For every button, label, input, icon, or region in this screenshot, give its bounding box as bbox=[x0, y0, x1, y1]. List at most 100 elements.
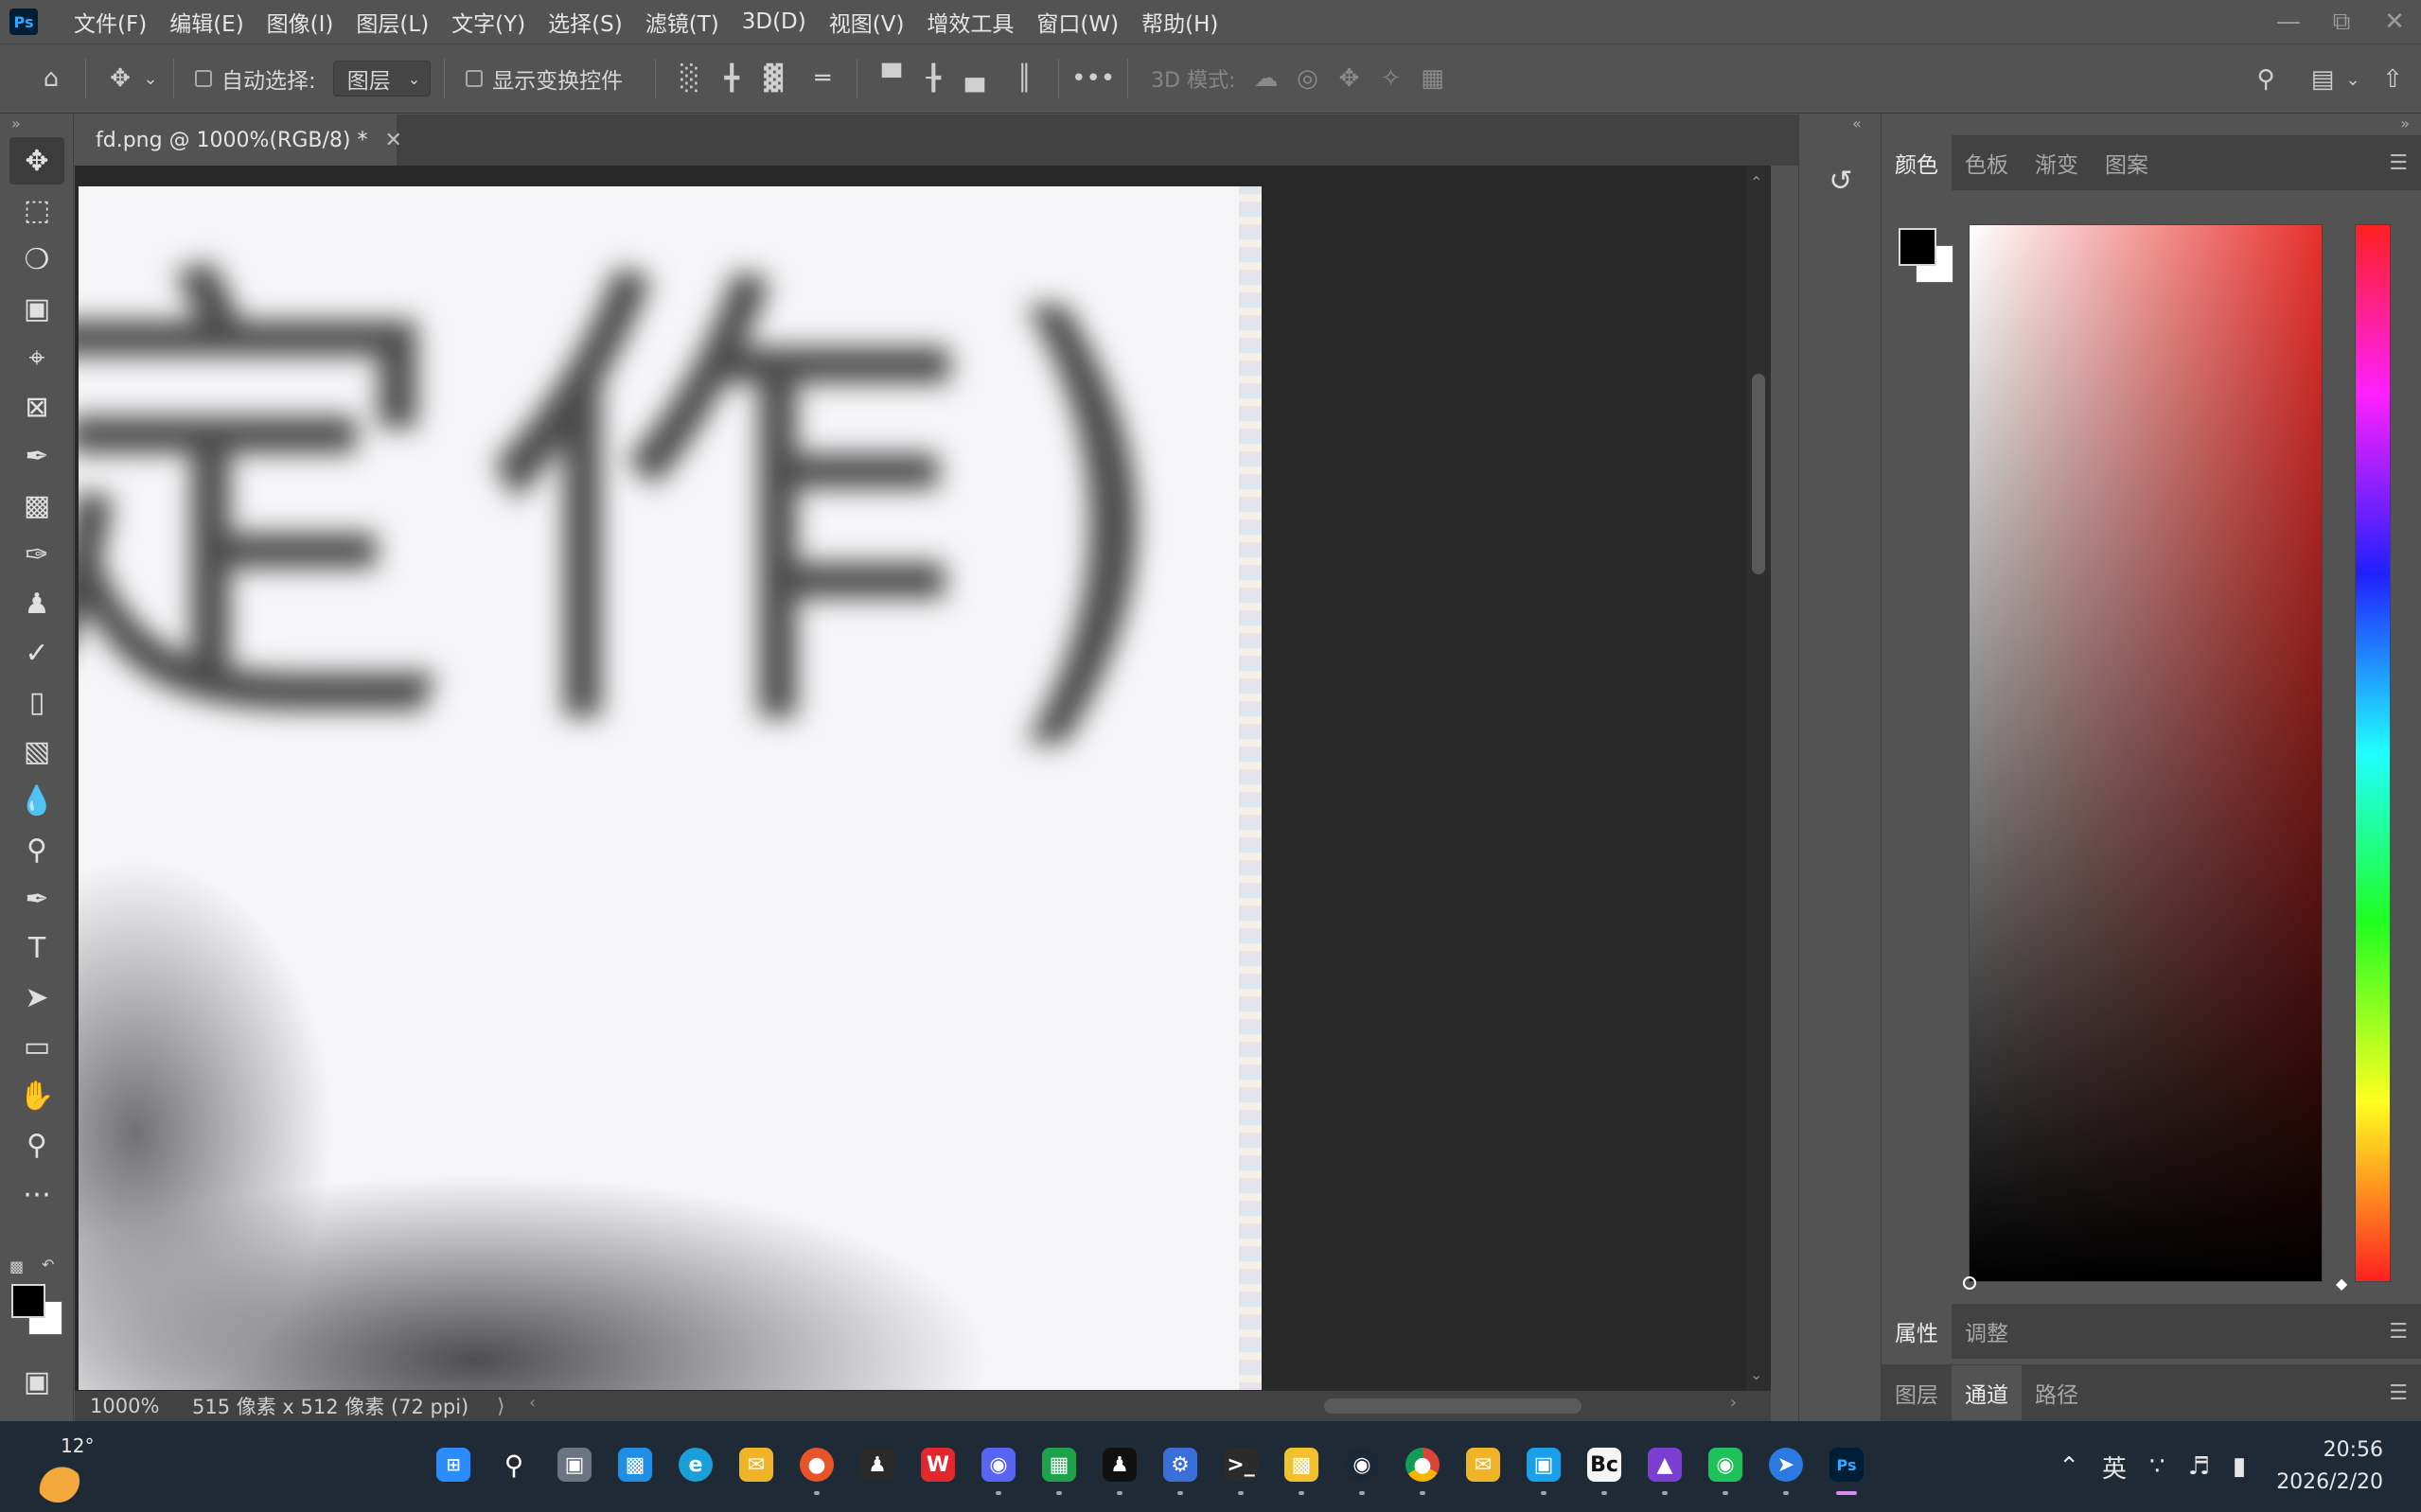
menu-3d[interactable]: 3D(D) bbox=[731, 0, 818, 44]
tab-paths[interactable]: 路径 bbox=[2022, 1365, 2092, 1420]
home-icon[interactable]: ⌂ bbox=[30, 58, 72, 99]
history-brush-tool-icon[interactable]: ✓ bbox=[9, 629, 64, 677]
gear-app-icon[interactable]: ⚙ bbox=[1157, 1438, 1204, 1495]
wifi-icon[interactable]: ∵ bbox=[2138, 1452, 2177, 1481]
quick-mask-icon[interactable]: ▣ bbox=[9, 1358, 64, 1405]
object-selection-tool-icon[interactable]: ▣ bbox=[9, 285, 64, 332]
share-icon[interactable]: ⇧ bbox=[2372, 59, 2413, 100]
healing-brush-tool-icon[interactable]: ▩ bbox=[9, 482, 64, 529]
vertical-scrollbar[interactable]: ⌃ ⌄ bbox=[1746, 166, 1771, 1391]
document-image[interactable]: 定作) bbox=[79, 186, 1262, 1390]
distribute-vertical-icon[interactable]: ║ bbox=[1003, 58, 1045, 99]
zoom-tool-icon[interactable]: ⚲ bbox=[9, 1121, 64, 1169]
firefox-icon[interactable]: ● bbox=[793, 1438, 840, 1495]
tab-adjustments[interactable]: 调整 bbox=[1952, 1304, 2022, 1359]
slide-3d-icon[interactable]: ✧ bbox=[1370, 58, 1412, 99]
start-icon[interactable]: ⊞ bbox=[430, 1438, 477, 1491]
scroll-left-icon[interactable]: ‹ bbox=[529, 1393, 536, 1413]
saturation-value-field[interactable] bbox=[1969, 224, 2323, 1282]
panel-menu-icon[interactable]: ☰ bbox=[2389, 1320, 2408, 1344]
green-app-icon[interactable]: ▦ bbox=[1035, 1438, 1083, 1495]
distribute-icon[interactable]: ═ bbox=[802, 58, 843, 99]
menu-help[interactable]: 帮助(H) bbox=[1130, 0, 1229, 44]
terminal-icon[interactable]: >_ bbox=[1217, 1438, 1264, 1495]
game-app-icon[interactable]: ◉ bbox=[975, 1438, 1022, 1495]
clock[interactable]: 20:56 2026/2/20 bbox=[2257, 1434, 2421, 1499]
menu-edit[interactable]: 编辑(E) bbox=[158, 0, 255, 44]
search-icon[interactable]: ⚲ bbox=[490, 1438, 538, 1491]
menu-window[interactable]: 窗口(W) bbox=[1025, 0, 1130, 44]
menu-type[interactable]: 文字(Y) bbox=[440, 0, 537, 44]
frame-tool-icon[interactable]: ⊠ bbox=[9, 383, 64, 431]
move-tool-icon[interactable]: ✥ bbox=[9, 137, 64, 185]
chevron-right-icon[interactable]: ⟩ bbox=[497, 1395, 504, 1417]
close-icon[interactable]: ✕ bbox=[384, 129, 401, 152]
orbit-3d-icon[interactable]: ☁ bbox=[1246, 58, 1287, 99]
auto-select-checkbox[interactable] bbox=[195, 70, 212, 87]
menu-layer[interactable]: 图层(L) bbox=[345, 0, 440, 44]
edge-browser-icon[interactable]: e bbox=[672, 1438, 719, 1491]
steam-icon[interactable]: ◉ bbox=[1338, 1438, 1386, 1495]
canvas-area[interactable]: 定作) ⌃ ⌄ bbox=[75, 166, 1771, 1391]
zoom-level[interactable]: 1000% bbox=[75, 1395, 179, 1417]
scrollbar-thumb[interactable] bbox=[1752, 374, 1765, 574]
collapse-icon[interactable]: « bbox=[1852, 114, 1862, 132]
align-bottom-icon[interactable]: ▄ bbox=[954, 58, 996, 99]
tab-gradients[interactable]: 渐变 bbox=[2022, 135, 2092, 190]
align-right-icon[interactable]: ▓ bbox=[752, 58, 794, 99]
search-icon[interactable]: ⚲ bbox=[2245, 59, 2287, 100]
chrome-icon[interactable]: ● bbox=[1399, 1438, 1446, 1495]
collapse-icon[interactable]: » bbox=[0, 114, 73, 135]
foreground-color-swatch[interactable] bbox=[11, 1284, 45, 1318]
menu-plugins[interactable]: 增效工具 bbox=[915, 0, 1025, 44]
blur-tool-icon[interactable]: 💧 bbox=[9, 777, 64, 824]
bridge-icon[interactable]: Bc bbox=[1581, 1438, 1628, 1495]
color-picker-marker[interactable] bbox=[1963, 1276, 1976, 1290]
photoshop-logo-icon[interactable]: Ps bbox=[9, 9, 38, 35]
eraser-tool-icon[interactable]: ▯ bbox=[9, 678, 64, 726]
weather-widget[interactable]: 12° bbox=[36, 1434, 131, 1503]
tab-properties[interactable]: 属性 bbox=[1882, 1304, 1952, 1359]
menu-view[interactable]: 视图(V) bbox=[818, 0, 916, 44]
hand-tool-icon[interactable]: ✋ bbox=[9, 1072, 64, 1119]
menu-image[interactable]: 图像(I) bbox=[256, 0, 345, 44]
tab-color[interactable]: 颜色 bbox=[1882, 135, 1952, 190]
dodge-tool-icon[interactable]: ⚲ bbox=[9, 826, 64, 873]
tab-patterns[interactable]: 图案 bbox=[2092, 135, 2162, 190]
volume-icon[interactable]: ♬ bbox=[2177, 1452, 2221, 1481]
chevron-down-icon[interactable]: ⌄ bbox=[2343, 59, 2362, 100]
scroll-down-icon[interactable]: ⌄ bbox=[1750, 1365, 1762, 1383]
panel-menu-icon[interactable]: ☰ bbox=[2389, 151, 2408, 175]
blue-app-icon[interactable]: ▣ bbox=[1520, 1438, 1567, 1495]
wps-office-icon[interactable]: W bbox=[914, 1438, 962, 1491]
auto-select-target-dropdown[interactable]: 图层 ⌄ bbox=[332, 61, 432, 97]
default-colors-icon[interactable]: ▩ bbox=[9, 1257, 24, 1275]
tab-channels[interactable]: 通道 bbox=[1952, 1365, 2022, 1420]
history-panel-icon[interactable]: ↺ bbox=[1820, 160, 1862, 202]
mail-app-icon[interactable]: ✉ bbox=[1459, 1438, 1507, 1491]
foreground-color-swatch[interactable] bbox=[1899, 228, 1936, 266]
document-tab[interactable]: fd.png @ 1000%(RGB/8) * ✕ bbox=[75, 114, 402, 166]
align-top-icon[interactable]: ▀ bbox=[871, 58, 912, 99]
swap-colors-icon[interactable]: ↶ bbox=[42, 1256, 54, 1274]
crop-tool-icon[interactable]: ⌖ bbox=[9, 334, 64, 381]
eyedropper-tool-icon[interactable]: ✒ bbox=[9, 432, 64, 480]
minimize-icon[interactable]: — bbox=[2262, 0, 2315, 44]
pen-tool-icon[interactable]: ✒ bbox=[9, 875, 64, 923]
mail-app-icon[interactable]: ✉ bbox=[733, 1438, 780, 1491]
lasso-tool-icon[interactable]: ❍ bbox=[9, 236, 64, 283]
stamp-tool-icon[interactable]: ♟ bbox=[9, 580, 64, 627]
wechat-icon[interactable]: ◉ bbox=[1702, 1438, 1749, 1495]
panel-menu-icon[interactable]: ☰ bbox=[2389, 1381, 2408, 1405]
feishu-icon[interactable]: ➤ bbox=[1762, 1438, 1810, 1495]
camera-3d-icon[interactable]: ▦ bbox=[1412, 58, 1454, 99]
photoshop-icon[interactable]: Ps bbox=[1823, 1438, 1870, 1495]
path-selection-tool-icon[interactable]: ➤ bbox=[9, 974, 64, 1021]
horizontal-scrollbar[interactable]: ‹ › bbox=[520, 1391, 1771, 1421]
align-middle-icon[interactable]: ╊ bbox=[912, 58, 954, 99]
menu-select[interactable]: 选择(S) bbox=[537, 0, 634, 44]
workspace-icon[interactable]: ▤ bbox=[2302, 59, 2343, 100]
move-tool-icon[interactable]: ✥ bbox=[99, 58, 141, 99]
pan-3d-icon[interactable]: ✥ bbox=[1329, 58, 1370, 99]
align-center-icon[interactable]: ╋ bbox=[711, 58, 752, 99]
